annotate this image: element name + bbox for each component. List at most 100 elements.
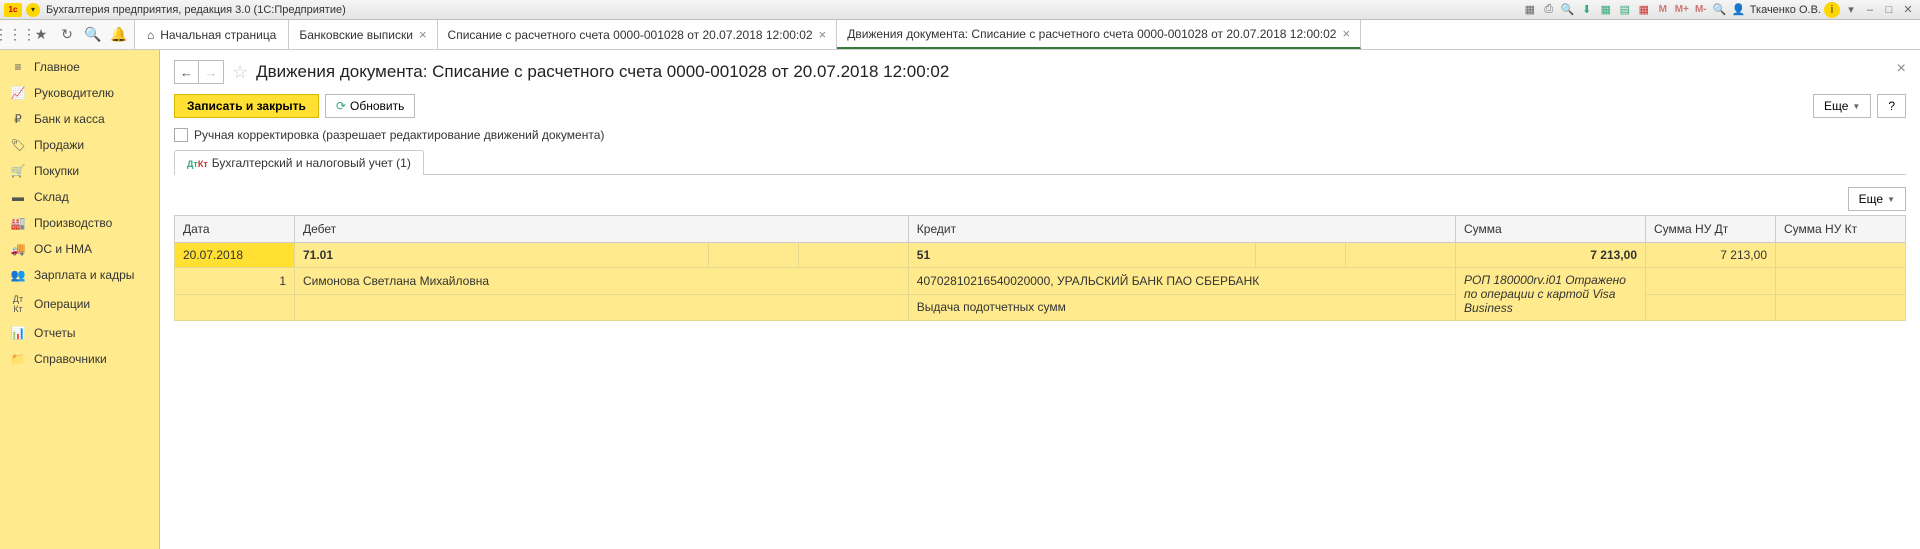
bell-icon[interactable]: 🔔 [110, 26, 128, 44]
close-icon[interactable]: × [419, 27, 427, 42]
calendar-icon[interactable]: ▦ [1636, 2, 1652, 18]
apps-icon[interactable]: ⋮⋮⋮ [6, 26, 24, 44]
nav-back-button[interactable]: ← [175, 61, 199, 83]
close-window-icon[interactable]: ✕ [1900, 2, 1916, 18]
dropdown-icon[interactable]: ▾ [1843, 2, 1859, 18]
th-debit[interactable]: Дебет [295, 216, 909, 243]
home-icon: ⌂ [147, 28, 154, 42]
grid-icon[interactable]: ▦ [1598, 2, 1614, 18]
user-name: Ткаченко О.В. [1750, 4, 1821, 16]
sidebar-label: Справочники [34, 352, 107, 366]
app-menu-dropdown[interactable]: ▾ [26, 3, 40, 17]
sidebar-label: Главное [34, 60, 80, 74]
sidebar-item-reports[interactable]: 📊Отчеты [0, 320, 159, 346]
tab-bank-statements[interactable]: Банковские выписки × [289, 20, 437, 49]
search-icon[interactable]: 🔍 [1560, 2, 1576, 18]
sidebar: ≡Главное 📈 Руководителю ₽ Банк и касса 🏷Пр… [0, 50, 160, 549]
sidebar-label: Склад [34, 190, 69, 204]
zoom-icon[interactable]: 🔍 [1712, 2, 1728, 18]
tab-movements[interactable]: Движения документа: Списание с расчетног… [837, 20, 1361, 49]
cell-empty [798, 243, 908, 268]
sidebar-label: Операции [34, 297, 90, 311]
cell-empty [1346, 243, 1456, 268]
cell-empty [1776, 268, 1906, 295]
postings-table: Дата Дебет Кредит Сумма Сумма НУ Дт Сумм… [174, 215, 1906, 321]
sidebar-item-bank[interactable]: ₽ Банк и касса [0, 106, 159, 132]
page-title: Движения документа: Списание с расчетног… [256, 62, 949, 82]
more-button[interactable]: Еще▼ [1813, 94, 1871, 118]
more-label: Еще [1859, 192, 1883, 206]
tab-home[interactable]: ⌂ Начальная страница [135, 20, 289, 49]
manual-edit-label: Ручная корректировка (разрешает редактир… [194, 128, 604, 142]
tab-writeoff[interactable]: Списание с расчетного счета 0000-001028 … [438, 20, 838, 49]
save-close-button[interactable]: Записать и закрыть [174, 94, 319, 118]
minimize-icon[interactable]: – [1862, 2, 1878, 18]
user-icon[interactable]: 👤 [1731, 2, 1747, 18]
cell-empty [1646, 294, 1776, 321]
close-icon[interactable]: × [1342, 26, 1350, 41]
ruble-icon: ₽ [10, 112, 26, 126]
favorite-star-icon[interactable]: ☆ [232, 62, 248, 83]
sidebar-item-sales[interactable]: 🏷Продажи [0, 132, 159, 158]
search-tb-icon[interactable]: 🔍 [84, 26, 102, 44]
print-icon[interactable]: ⎙ [1541, 2, 1557, 18]
cart-icon: 🛒 [10, 164, 26, 178]
sidebar-item-assets[interactable]: 🚚ОС и НМА [0, 236, 159, 262]
m-plus-icon[interactable]: M+ [1674, 2, 1690, 18]
sidebar-item-operations[interactable]: ДтКтОперации [0, 288, 159, 320]
toolbar: ⋮⋮⋮ ★ ↻ 🔍 🔔 ⌂ Начальная страница Банковс… [0, 20, 1920, 50]
sidebar-item-directories[interactable]: 📁Справочники [0, 346, 159, 372]
history-icon[interactable]: ↻ [58, 26, 76, 44]
factory-icon: 🏭 [10, 216, 26, 230]
th-credit[interactable]: Кредит [908, 216, 1455, 243]
sidebar-item-main[interactable]: ≡Главное [0, 54, 159, 80]
calc-icon[interactable]: ▤ [1617, 2, 1633, 18]
report-icon: 📊 [10, 326, 26, 340]
nav-forward-button[interactable]: → [199, 61, 223, 83]
maximize-icon[interactable]: □ [1881, 2, 1897, 18]
content: × ← → ☆ Движения документа: Списание с р… [160, 50, 1920, 549]
tab-label: Списание с расчетного счета 0000-001028 … [448, 28, 813, 42]
cell-empty [175, 294, 295, 321]
th-sum[interactable]: Сумма [1456, 216, 1646, 243]
th-nudt[interactable]: Сумма НУ Дт [1646, 216, 1776, 243]
sidebar-label: Руководителю [34, 86, 114, 100]
cell-nudt: 7 213,00 [1646, 243, 1776, 268]
table-row[interactable]: 1 Симонова Светлана Михайловна 407028102… [175, 268, 1906, 295]
th-nukt[interactable]: Сумма НУ Кт [1776, 216, 1906, 243]
close-icon[interactable]: × [819, 27, 827, 42]
close-page-button[interactable]: × [1897, 60, 1906, 78]
tab-label: Движения документа: Списание с расчетног… [847, 27, 1336, 41]
app-logo-icon: 1c [4, 3, 22, 17]
cell-credit-sub2: Выдача подотчетных сумм [908, 294, 1455, 321]
table-row[interactable]: Выдача подотчетных сумм [175, 294, 1906, 321]
sidebar-item-purchases[interactable]: 🛒Покупки [0, 158, 159, 184]
cell-debit-sub: Симонова Светлана Михайловна [295, 268, 909, 295]
cell-nukt [1776, 243, 1906, 268]
accounting-tab[interactable]: ДтКт Бухгалтерский и налоговый учет (1) [174, 150, 424, 175]
sidebar-item-warehouse[interactable]: ▬Склад [0, 184, 159, 210]
cell-empty [295, 294, 909, 321]
m-minus-icon[interactable]: M- [1693, 2, 1709, 18]
sidebar-label: Банк и касса [34, 112, 105, 126]
sidebar-item-salary[interactable]: 👥Зарплата и кадры [0, 262, 159, 288]
tb-icon-1[interactable]: ▦ [1522, 2, 1538, 18]
refresh-button[interactable]: ⟳ Обновить [325, 94, 415, 118]
th-date[interactable]: Дата [175, 216, 295, 243]
sidebar-item-production[interactable]: 🏭 Производство [0, 210, 159, 236]
table-more-button[interactable]: Еще▼ [1848, 187, 1906, 211]
help-button[interactable]: ? [1877, 94, 1906, 118]
sidebar-label: Продажи [34, 138, 84, 152]
refresh-icon: ⟳ [336, 99, 346, 113]
sidebar-item-manager[interactable]: 📈 Руководителю [0, 80, 159, 106]
table-row[interactable]: 20.07.2018 71.01 51 7 213,00 7 213,00 [175, 243, 1906, 268]
manual-edit-checkbox[interactable] [174, 128, 188, 142]
download-icon[interactable]: ⬇ [1579, 2, 1595, 18]
m-icon[interactable]: M [1655, 2, 1671, 18]
refresh-label: Обновить [350, 99, 404, 113]
info-icon[interactable]: i [1824, 2, 1840, 18]
star-icon[interactable]: ★ [32, 26, 50, 44]
sidebar-label: Производство [34, 216, 112, 230]
dk-icon: ДтКт [187, 156, 208, 170]
chart-icon: 📈 [10, 86, 26, 100]
